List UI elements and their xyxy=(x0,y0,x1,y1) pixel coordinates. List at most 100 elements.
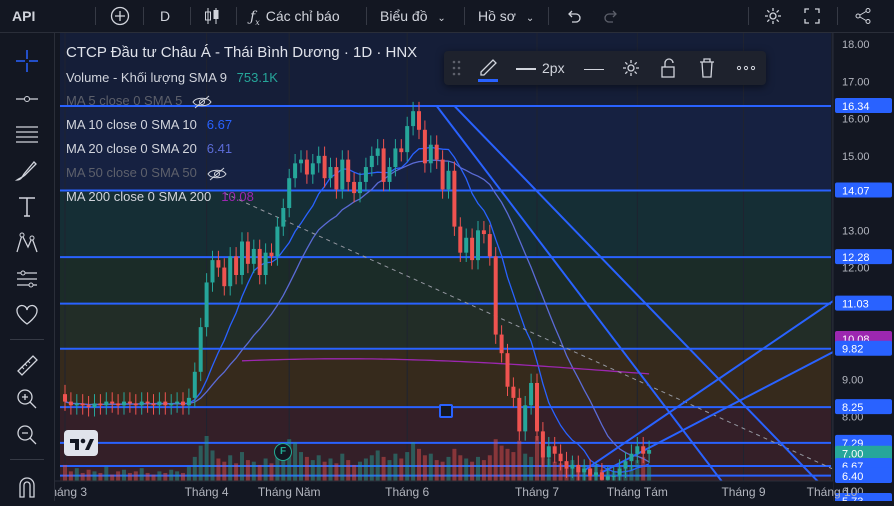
volume-bar xyxy=(529,456,534,481)
candle-body xyxy=(411,111,416,127)
candle-body xyxy=(617,468,622,477)
favorites-tool[interactable] xyxy=(13,301,41,329)
candle-body xyxy=(440,159,445,190)
line-style-icon xyxy=(584,68,604,70)
chart-type-label: Biểu đồ xyxy=(380,8,428,24)
event-marker[interactable]: F xyxy=(274,443,292,461)
fib-tool[interactable] xyxy=(13,120,41,148)
text-tool[interactable] xyxy=(13,193,41,221)
chevron-down-icon: ⌄ xyxy=(525,13,535,24)
time-axis xyxy=(55,481,833,501)
volume-bar xyxy=(216,458,221,481)
interval-button[interactable]: D xyxy=(160,0,170,32)
ma-legend-row[interactable]: MA 200 close 0 SMA 200 10.08 xyxy=(66,189,254,204)
undo-button[interactable] xyxy=(565,0,583,32)
trendline-anchor-handle[interactable] xyxy=(439,404,453,418)
eye-off-icon[interactable] xyxy=(207,167,227,181)
ma-legend-value: 6.67 xyxy=(206,117,233,132)
ruler-tool[interactable] xyxy=(13,351,41,379)
magnet-tool[interactable] xyxy=(13,473,41,501)
candle-body xyxy=(576,464,581,473)
divider xyxy=(190,7,191,25)
tradingview-logo[interactable] xyxy=(64,430,98,456)
prediction-tool[interactable] xyxy=(13,265,41,293)
price-label-text: 16.34 xyxy=(842,101,870,113)
ma-legend-row[interactable]: MA 50 close 0 SMA 50 xyxy=(66,165,227,181)
zoom-in-tool[interactable] xyxy=(13,385,41,413)
candle-body xyxy=(145,401,150,404)
volume-bar xyxy=(122,469,126,481)
lock-button[interactable] xyxy=(659,51,677,85)
drawing-settings-button[interactable] xyxy=(621,51,641,85)
candle-body xyxy=(629,453,634,462)
candle-body xyxy=(452,170,457,227)
candle-body xyxy=(476,230,480,261)
horizontal-ray-tool[interactable] xyxy=(13,85,41,113)
redo-button[interactable] xyxy=(602,0,620,32)
delete-button[interactable] xyxy=(698,51,716,85)
crosshair-tool[interactable] xyxy=(13,47,41,75)
candle-body xyxy=(316,155,321,164)
volume-legend-row[interactable]: Volume - Khối lượng SMA 9 753.1K xyxy=(66,70,278,85)
pattern-tool[interactable] xyxy=(13,229,41,257)
candle-body xyxy=(505,353,510,387)
volume-bar xyxy=(169,469,174,481)
drag-handle[interactable] xyxy=(452,51,462,85)
candle-body xyxy=(540,431,545,458)
volume-bar xyxy=(269,463,274,481)
share-button[interactable] xyxy=(854,0,872,32)
candle-body xyxy=(529,382,534,406)
volume-bar xyxy=(251,461,256,481)
candle-body xyxy=(499,334,504,354)
more-button[interactable] xyxy=(735,51,757,85)
eye-off-icon[interactable] xyxy=(192,95,212,109)
volume-bar xyxy=(310,460,315,481)
line-width-icon xyxy=(516,68,536,71)
candle-body xyxy=(98,403,103,406)
line-width-button[interactable]: 2px xyxy=(516,51,565,85)
volume-bar xyxy=(487,455,492,481)
candle-body xyxy=(299,159,303,164)
volume-bar xyxy=(405,452,410,481)
candle-body xyxy=(116,403,121,406)
ma-legend-row[interactable]: MA 5 close 0 SMA 5 xyxy=(66,93,212,109)
candle-body xyxy=(127,401,132,404)
volume-bar xyxy=(428,453,433,481)
zoom-out-tool[interactable] xyxy=(13,421,41,449)
brush-tool[interactable] xyxy=(13,157,41,185)
candle-body xyxy=(611,476,616,478)
candle-body xyxy=(458,226,463,253)
fullscreen-button[interactable] xyxy=(803,0,821,32)
add-symbol-button[interactable] xyxy=(110,0,130,32)
profile-dropdown[interactable]: Hồ sơ ⌄ xyxy=(478,0,534,32)
indicators-button[interactable]: ƒx Các chỉ báo xyxy=(250,0,340,32)
volume-bar xyxy=(222,461,227,481)
brand-label: API xyxy=(12,8,36,24)
ma-legend-row[interactable]: MA 20 close 0 SMA 20 6.41 xyxy=(66,141,232,156)
volume-bar xyxy=(240,452,244,481)
line-style-button[interactable] xyxy=(584,51,604,85)
volume-bar xyxy=(228,455,233,481)
volume-bar xyxy=(304,456,309,481)
chart-type-dropdown[interactable]: Biểu đồ ⌄ xyxy=(380,0,446,32)
candle-body xyxy=(204,282,209,328)
price-chart[interactable]: 18.0017.0016.0015.0014.0013.0012.0011.00… xyxy=(55,33,894,501)
candle-body xyxy=(558,453,563,462)
candle-body xyxy=(74,403,79,406)
candle-body xyxy=(552,446,557,454)
x-tick-label: Tháng 10 xyxy=(807,485,858,499)
candle-body xyxy=(80,403,85,406)
fib-zone xyxy=(60,257,831,304)
x-tick-label: Tháng Tám xyxy=(607,485,668,499)
volume-bar xyxy=(198,445,203,481)
volume-bar xyxy=(104,466,109,481)
fib-zone xyxy=(60,303,831,349)
ma-legend-label: MA 10 close 0 SMA 10 xyxy=(66,117,197,132)
ma-legend-row[interactable]: MA 10 close 0 SMA 10 6.67 xyxy=(66,117,232,132)
candle-body xyxy=(104,401,109,406)
settings-button[interactable] xyxy=(763,0,783,32)
candle-type-button[interactable] xyxy=(202,0,222,32)
candle-body xyxy=(605,476,610,480)
divider xyxy=(748,7,749,25)
line-color-button[interactable] xyxy=(476,51,500,85)
